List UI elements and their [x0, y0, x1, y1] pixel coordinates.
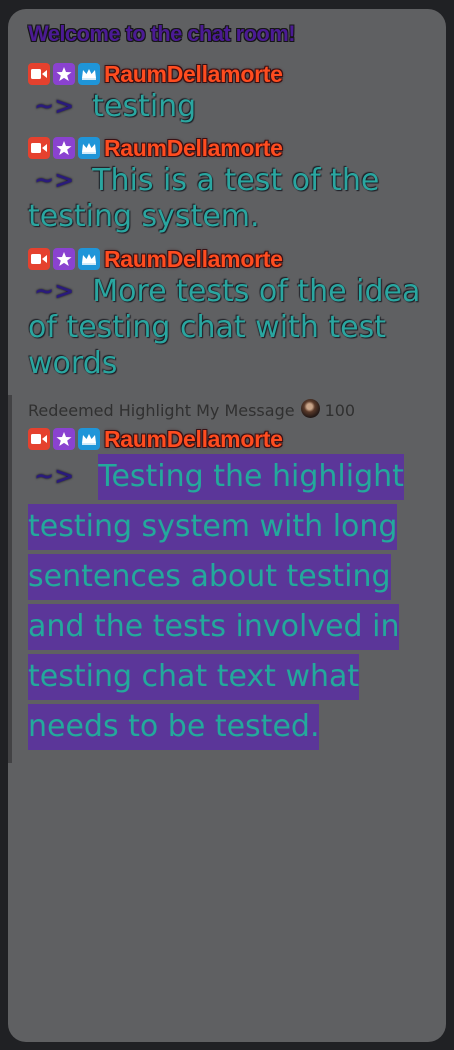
username[interactable]: RaumDellamorte — [104, 426, 283, 453]
message-text: This is a test of the testing system. — [28, 163, 380, 234]
highlighted-chat-message: RaumDellamorte ~> Testing the highlight t… — [28, 426, 428, 752]
message-body: ~> This is a test of the testing system. — [28, 162, 428, 235]
broadcaster-icon — [28, 428, 50, 450]
redemption-cost: 100 — [324, 401, 356, 420]
message-separator: ~> — [34, 92, 75, 120]
message-separator: ~> — [34, 462, 75, 490]
redemption-notice: Redeemed Highlight My Message 100 — [28, 399, 356, 420]
vip-star-icon — [53, 137, 75, 159]
message-separator: ~> — [34, 277, 75, 305]
message-header: RaumDellamorte — [28, 61, 428, 88]
vip-star-icon — [53, 428, 75, 450]
message-body: ~> Testing the highlight testing system w… — [28, 451, 428, 752]
prime-crown-icon — [78, 137, 100, 159]
highlighted-message-text: Testing the highlight testing system wit… — [28, 454, 404, 750]
message-text: testing — [92, 89, 197, 124]
highlight-indicator-bar — [8, 395, 12, 763]
chat-panel: Welcome to the chat room! RaumDellamorte… — [8, 9, 446, 1042]
prime-crown-icon — [78, 63, 100, 85]
broadcaster-icon — [28, 137, 50, 159]
prime-crown-icon — [78, 248, 100, 270]
username[interactable]: RaumDellamorte — [104, 135, 283, 162]
message-text: More tests of the idea of testing chat w… — [28, 274, 421, 381]
chat-message: RaumDellamorte ~> More tests of the idea … — [28, 246, 428, 382]
chat-message: RaumDellamorte ~> testing — [28, 61, 428, 125]
welcome-message: Welcome to the chat room! — [28, 21, 296, 46]
broadcaster-icon — [28, 248, 50, 270]
message-header: RaumDellamorte — [28, 426, 428, 453]
redemption-label: Redeemed Highlight My Message — [28, 401, 295, 420]
username[interactable]: RaumDellamorte — [104, 61, 283, 88]
chat-message: RaumDellamorte ~> This is a test of the t… — [28, 135, 428, 235]
vip-star-icon — [53, 248, 75, 270]
vip-star-icon — [53, 63, 75, 85]
prime-crown-icon — [78, 428, 100, 450]
message-header: RaumDellamorte — [28, 246, 428, 273]
message-body: ~> testing — [28, 88, 428, 125]
message-body: ~> More tests of the idea of testing chat… — [28, 273, 428, 382]
message-header: RaumDellamorte — [28, 135, 428, 162]
broadcaster-icon — [28, 63, 50, 85]
username[interactable]: RaumDellamorte — [104, 246, 283, 273]
channel-points-icon — [300, 399, 320, 418]
message-separator: ~> — [34, 166, 75, 194]
